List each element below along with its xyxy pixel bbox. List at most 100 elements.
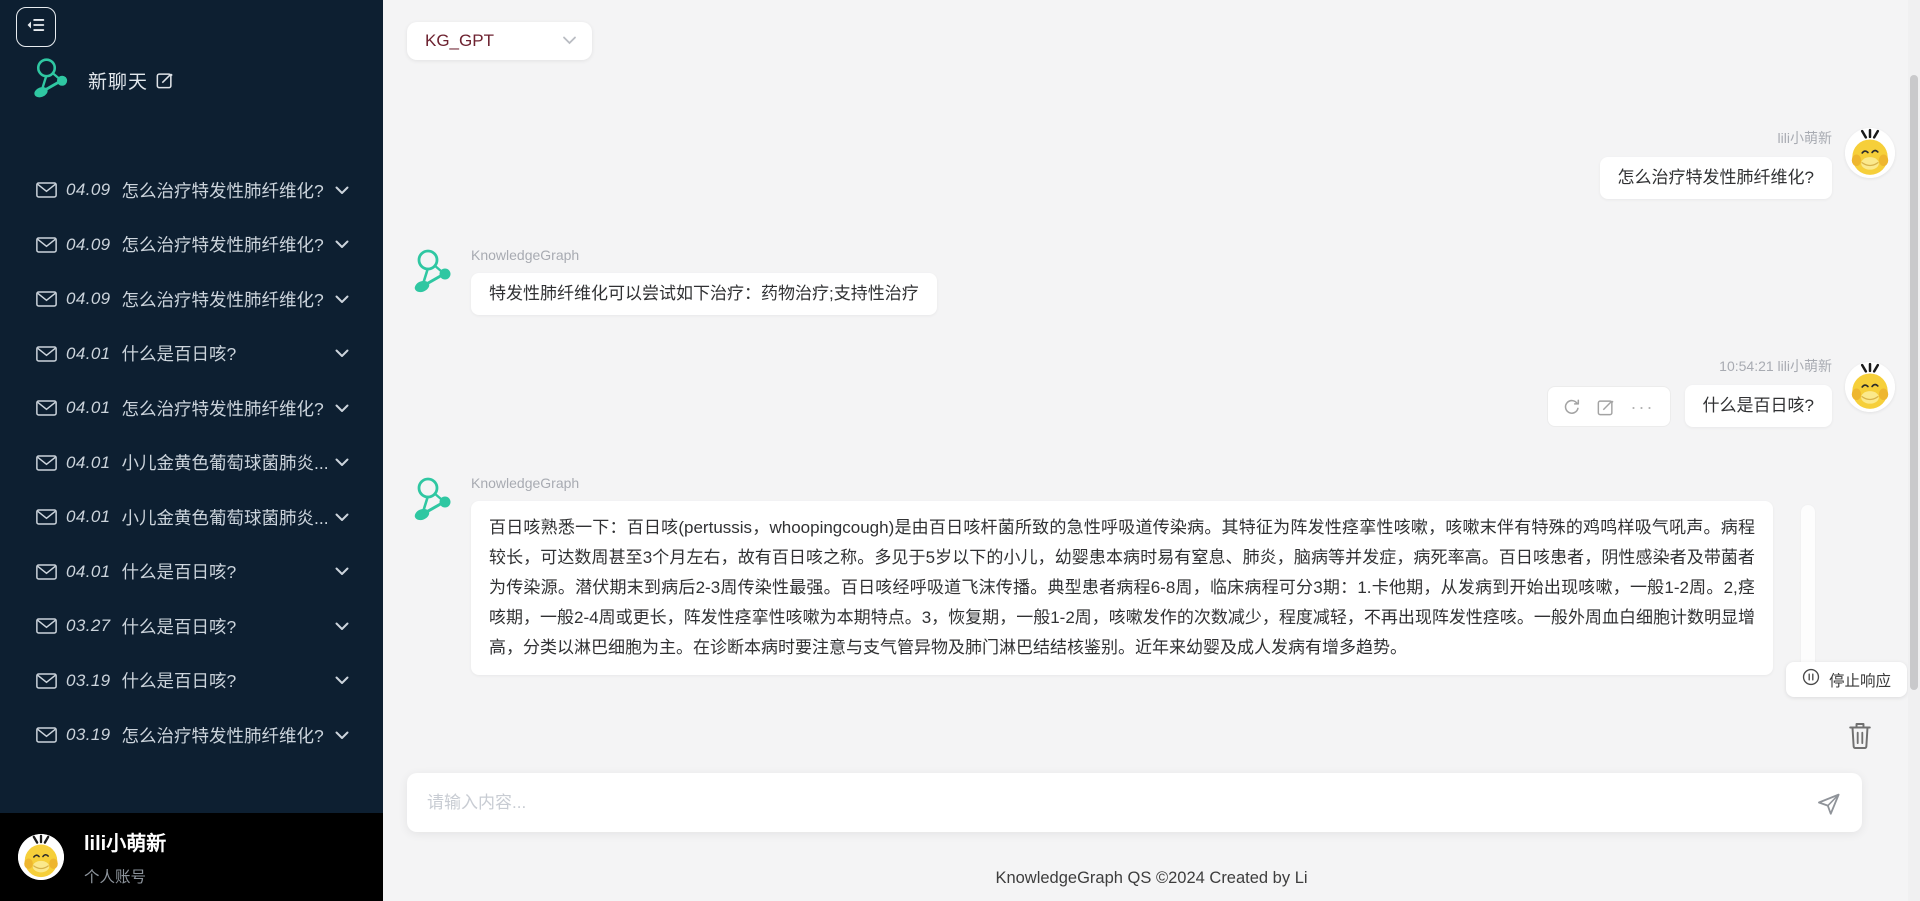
chat-history-date: 04.09 (66, 180, 111, 200)
chat-history-date: 04.09 (66, 289, 111, 309)
composer (407, 773, 1862, 832)
chat-history-item[interactable]: 04.01 什么是百日咳? (0, 327, 383, 382)
more-options-icon[interactable]: ··· (1631, 402, 1655, 412)
envelope-icon (36, 291, 57, 307)
chat-history-date: 03.27 (66, 616, 111, 636)
model-select-value: KG_GPT (425, 31, 562, 51)
chat-history-date: 04.01 (66, 453, 111, 473)
account-type: 个人账号 (84, 865, 166, 887)
message-author: KnowledgeGraph (471, 473, 1773, 493)
message-bubble: 特发性肺纤维化可以尝试如下治疗：药物治疗;支持性治疗 (471, 273, 937, 315)
chevron-down-icon[interactable] (335, 458, 349, 467)
message-bubble: 百日咳熟悉一下：百日咳(pertussis，whoopingcough)是由百日… (471, 501, 1773, 675)
chat-history-date: 04.01 (66, 507, 111, 527)
chat-history-title: 小儿金黄色葡萄球菌肺炎... (122, 450, 329, 475)
chevron-down-icon[interactable] (335, 295, 349, 304)
chat-history-item[interactable]: 03.27 什么是百日咳? (0, 599, 383, 654)
chevron-down-icon[interactable] (335, 622, 349, 631)
account-panel[interactable]: lili小萌新 个人账号 (0, 813, 383, 901)
sidebar-collapse-button[interactable] (16, 7, 56, 47)
chat-history-date: 04.01 (66, 562, 111, 582)
envelope-icon (36, 727, 57, 743)
chat-history-item[interactable]: 04.01 什么是百日咳? (0, 545, 383, 600)
message-author: lili小萌新 (1778, 358, 1832, 374)
chat-history-title: 怎么治疗特发性肺纤维化? (122, 232, 329, 257)
chevron-down-icon[interactable] (335, 186, 349, 195)
chat-history-date: 04.09 (66, 235, 111, 255)
knowledge-graph-avatar-icon (410, 247, 458, 295)
fold-icon (25, 14, 47, 41)
message-toolbar: ··· (1547, 386, 1671, 427)
chat-history-title: 什么是百日咳? (122, 559, 329, 584)
message-author: lili小萌新 (1778, 128, 1832, 148)
chat-history-item[interactable]: 04.09 怎么治疗特发性肺纤维化? (0, 272, 383, 327)
chat-history-title: 什么是百日咳? (122, 341, 329, 366)
knowledge-graph-logo-icon (30, 56, 74, 105)
page-scrollbar[interactable] (1908, 0, 1920, 901)
chat-history-item[interactable]: 04.01 小儿金黄色葡萄球菌肺炎... (0, 490, 383, 545)
message-time: 10:54:21 (1719, 358, 1777, 374)
envelope-icon (36, 673, 57, 689)
clear-chat-button[interactable] (1846, 720, 1874, 755)
envelope-icon (36, 237, 57, 253)
chevron-down-icon[interactable] (335, 404, 349, 413)
chat-history-list: 04.09 怎么治疗特发性肺纤维化? 04.09 怎么治疗特发性肺纤维化? (0, 163, 383, 763)
chat-history-date: 04.01 (66, 398, 111, 418)
message-bubble: 怎么治疗特发性肺纤维化? (1600, 157, 1832, 199)
chat-history-date: 04.01 (66, 344, 111, 364)
message-user: ··· 10:54:21 lili小萌新 什么是百日咳? (1547, 356, 1895, 427)
chat-history-item[interactable]: 04.09 怎么治疗特发性肺纤维化? (0, 218, 383, 273)
chat-main: KG_GPT lili小萌新 怎么治疗特发性肺纤维化? (383, 0, 1920, 901)
chevron-down-icon[interactable] (335, 513, 349, 522)
envelope-icon (36, 564, 57, 580)
chat-history-title: 怎么治疗特发性肺纤维化? (122, 723, 329, 748)
knowledge-graph-avatar-icon (410, 475, 458, 523)
envelope-icon (36, 400, 57, 416)
chat-history-title: 怎么治疗特发性肺纤维化? (122, 178, 329, 203)
new-chat-label: 新聊天 (88, 67, 148, 94)
send-icon[interactable] (1815, 789, 1842, 816)
user-avatar (1845, 128, 1895, 178)
chevron-down-icon[interactable] (335, 567, 349, 576)
message-meta: 10:54:21 lili小萌新 (1719, 356, 1832, 376)
stop-response-button[interactable]: 停止响应 (1786, 662, 1907, 697)
account-name: lili小萌新 (84, 827, 166, 856)
message-assistant: KnowledgeGraph 特发性肺纤维化可以尝试如下治疗：药物治疗;支持性治… (410, 245, 937, 315)
user-avatar (1845, 362, 1895, 412)
envelope-icon (36, 455, 57, 471)
page-scrollbar-thumb[interactable] (1910, 75, 1918, 690)
chat-history-title: 什么是百日咳? (122, 614, 329, 639)
new-chat-button[interactable]: 新聊天 (30, 57, 383, 103)
regenerate-icon[interactable] (1563, 398, 1581, 416)
envelope-icon (36, 618, 57, 634)
pause-circle-icon (1802, 668, 1820, 691)
chat-history-item[interactable]: 04.09 怎么治疗特发性肺纤维化? (0, 163, 383, 218)
chat-history-item[interactable]: 04.01 小儿金黄色葡萄球菌肺炎... (0, 436, 383, 491)
message-input[interactable] (427, 793, 1801, 813)
model-select[interactable]: KG_GPT (407, 22, 592, 60)
compose-icon[interactable] (156, 71, 174, 89)
chevron-down-icon[interactable] (335, 676, 349, 685)
chat-history-title: 怎么治疗特发性肺纤维化? (122, 396, 329, 421)
chevron-down-icon[interactable] (335, 240, 349, 249)
trash-icon (1846, 720, 1874, 755)
chevron-down-icon[interactable] (335, 349, 349, 358)
chat-history-item[interactable]: 04.01 怎么治疗特发性肺纤维化? (0, 381, 383, 436)
message-bubble: 什么是百日咳? (1685, 385, 1832, 427)
message-author: KnowledgeGraph (471, 245, 937, 265)
envelope-icon (36, 346, 57, 362)
chat-history-date: 03.19 (66, 671, 111, 691)
chat-history-title: 小儿金黄色葡萄球菌肺炎... (122, 505, 329, 530)
chat-history-title: 怎么治疗特发性肺纤维化? (122, 287, 329, 312)
chevron-down-icon (562, 32, 577, 50)
chat-history-item[interactable]: 03.19 怎么治疗特发性肺纤维化? (0, 708, 383, 763)
stop-response-label: 停止响应 (1829, 669, 1891, 691)
chat-history-item[interactable]: 03.19 什么是百日咳? (0, 654, 383, 709)
chat-history-date: 03.19 (66, 725, 111, 745)
chevron-down-icon[interactable] (335, 731, 349, 740)
edit-icon[interactable] (1597, 398, 1615, 416)
sidebar: 新聊天 04.09 怎么治疗特发性肺纤维化? (0, 0, 383, 901)
user-avatar (18, 834, 64, 880)
message-assistant: KnowledgeGraph 百日咳熟悉一下：百日咳(pertussis，who… (410, 473, 1773, 675)
envelope-icon (36, 509, 57, 525)
